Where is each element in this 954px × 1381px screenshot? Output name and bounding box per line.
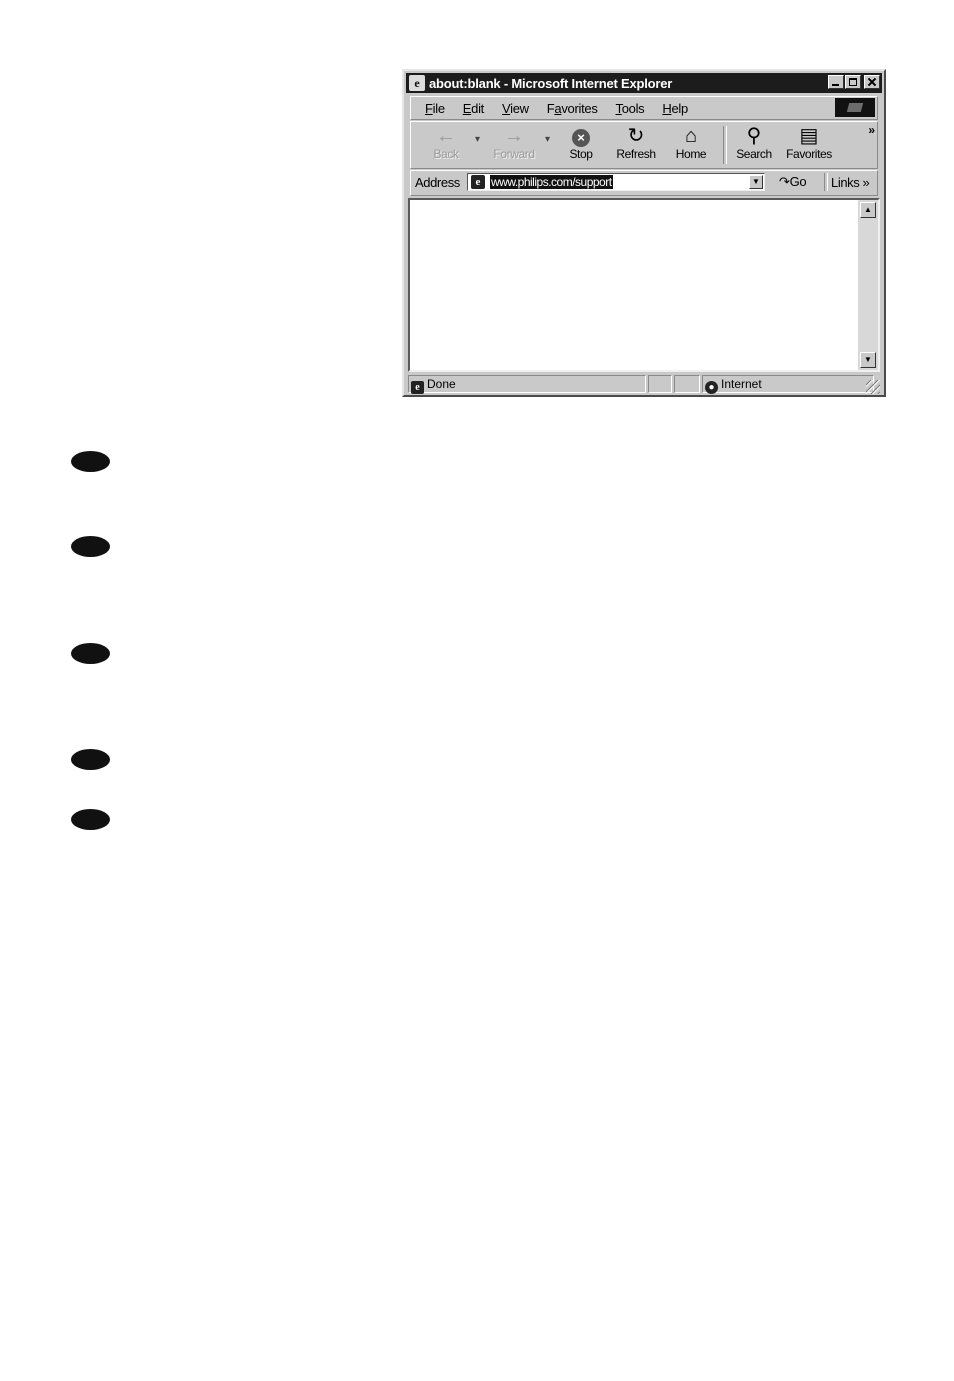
menu-edit[interactable]: Edit bbox=[453, 101, 492, 116]
address-separator bbox=[824, 173, 828, 191]
menu-view[interactable]: View bbox=[492, 101, 537, 116]
back-button[interactable]: ← Back bbox=[421, 125, 471, 165]
scroll-down-button[interactable]: ▼ bbox=[860, 352, 876, 368]
vertical-scrollbar[interactable]: ▲ ▼ bbox=[858, 200, 878, 370]
back-dropdown-icon[interactable]: ▾ bbox=[475, 134, 480, 145]
stop-button[interactable]: × Stop bbox=[556, 125, 606, 165]
search-button[interactable]: ⚲ Search bbox=[729, 125, 779, 165]
go-arrow-icon: ↷ bbox=[779, 174, 790, 189]
favorites-button[interactable]: ▤ Favorites bbox=[784, 125, 834, 165]
standard-toolbar: ← Back ▾ → Forward ▾ × Stop ↻ Refresh ⌂ … bbox=[410, 121, 878, 169]
status-bar: e Done ● Internet bbox=[408, 374, 880, 394]
toolbar-separator bbox=[723, 126, 727, 164]
menu-help[interactable]: Help bbox=[652, 101, 696, 116]
forward-arrow-icon: → bbox=[504, 125, 524, 147]
resize-grip[interactable] bbox=[866, 380, 880, 394]
status-panel-empty bbox=[648, 375, 672, 393]
close-button[interactable] bbox=[864, 75, 880, 89]
language-bullet bbox=[71, 809, 110, 830]
links-button[interactable]: Links » bbox=[831, 175, 870, 190]
page-content-area[interactable]: ▲ ▼ bbox=[408, 198, 880, 372]
language-bullet bbox=[71, 451, 110, 472]
title-bar[interactable]: e about:blank - Microsoft Internet Explo… bbox=[406, 73, 882, 93]
menu-tools[interactable]: Tools bbox=[606, 101, 653, 116]
address-input[interactable]: e www.philips.com/support ▼ bbox=[467, 173, 765, 191]
menu-file[interactable]: File bbox=[411, 101, 453, 116]
page-done-icon: e bbox=[411, 381, 424, 394]
maximize-button[interactable] bbox=[845, 75, 861, 89]
scroll-up-button[interactable]: ▲ bbox=[860, 202, 876, 218]
home-button[interactable]: ⌂ Home bbox=[666, 125, 716, 165]
menu-favorites[interactable]: Favorites bbox=[537, 101, 606, 116]
stop-icon: × bbox=[556, 125, 606, 147]
window-title: about:blank - Microsoft Internet Explore… bbox=[429, 75, 673, 91]
language-bullet bbox=[71, 536, 110, 557]
browser-window: e about:blank - Microsoft Internet Explo… bbox=[402, 69, 886, 397]
page-icon: e bbox=[471, 175, 485, 189]
search-icon: ⚲ bbox=[746, 125, 762, 147]
address-dropdown-button[interactable]: ▼ bbox=[749, 175, 763, 189]
address-label: Address bbox=[415, 175, 460, 190]
minimize-button[interactable] bbox=[828, 75, 844, 89]
favorites-folder-icon: ▤ bbox=[799, 125, 819, 147]
language-bullet bbox=[71, 643, 110, 664]
refresh-icon: ↻ bbox=[627, 125, 645, 147]
address-bar: Address e www.philips.com/support ▼ ↷Go … bbox=[410, 170, 878, 196]
menu-bar: File Edit View Favorites Tools Help bbox=[410, 96, 878, 120]
windows-logo-icon bbox=[835, 98, 875, 117]
language-bullet bbox=[71, 749, 110, 770]
window-controls bbox=[828, 75, 880, 89]
forward-button[interactable]: → Forward bbox=[489, 125, 539, 165]
back-arrow-icon: ← bbox=[436, 125, 456, 147]
home-icon: ⌂ bbox=[684, 125, 698, 147]
status-panel-empty bbox=[674, 375, 700, 393]
forward-dropdown-icon[interactable]: ▾ bbox=[545, 134, 550, 145]
status-text-panel: e Done bbox=[408, 375, 646, 394]
security-zone-panel: ● Internet bbox=[702, 375, 874, 394]
internet-globe-icon: ● bbox=[705, 381, 718, 394]
address-value[interactable]: www.philips.com/support bbox=[490, 175, 613, 189]
refresh-button[interactable]: ↻ Refresh bbox=[611, 125, 661, 165]
toolbar-more-chevron[interactable]: » bbox=[868, 123, 875, 137]
ie-icon: e bbox=[409, 75, 425, 91]
go-button[interactable]: ↷Go bbox=[779, 174, 807, 190]
